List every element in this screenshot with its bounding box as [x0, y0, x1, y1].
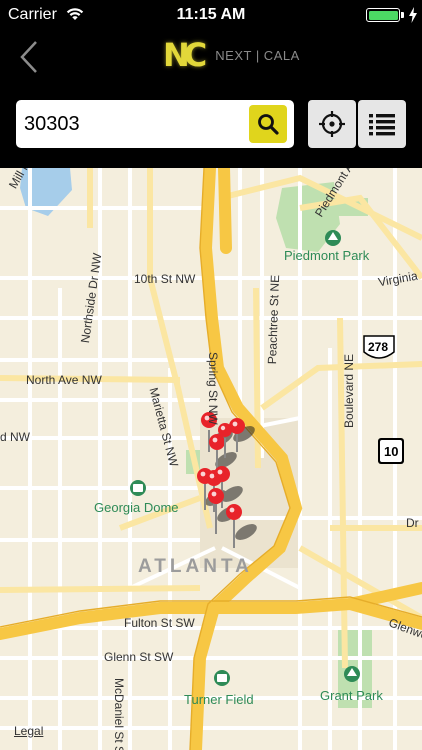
street-label: Dr: [406, 516, 419, 530]
street-label: Boulevard NE: [342, 353, 356, 428]
crosshair-icon: [319, 111, 345, 137]
map-pin[interactable]: [229, 418, 245, 452]
search-icon: [258, 114, 279, 135]
app-logo: NC NEXT | CALA: [163, 36, 300, 74]
highway-shield-label: 10: [384, 444, 399, 459]
map-pin[interactable]: [208, 488, 224, 534]
street-label: 10th St NW: [134, 272, 196, 286]
locate-me-button[interactable]: [308, 100, 356, 148]
battery-tip: [401, 12, 404, 18]
city-label: ATLANTA: [138, 556, 253, 577]
poi-label: Turner Field: [184, 692, 254, 707]
nav-bar: NC NEXT | CALA: [0, 30, 422, 82]
map-view[interactable]: Mill Rd NW 10th St NW Northside Dr NW Sp…: [0, 168, 422, 750]
search-row: [0, 82, 422, 168]
charging-bolt-icon: [409, 7, 417, 23]
list-view-button[interactable]: [358, 100, 406, 148]
street-label: McDaniel St SW: [112, 678, 126, 750]
battery-icon: [366, 8, 400, 22]
logo-mark: NC: [163, 36, 207, 74]
highway-shield-label: 278: [368, 340, 389, 354]
poi-label: Piedmont Park: [284, 248, 370, 263]
status-bar: Carrier 11:15 AM: [0, 0, 422, 30]
map-pin[interactable]: [226, 504, 242, 548]
street-label: North Ave NW: [26, 373, 102, 387]
poi-label: Grant Park: [320, 688, 383, 703]
street-label: Spring St NW: [206, 352, 220, 425]
list-icon: [369, 114, 395, 136]
status-time: 11:15 AM: [176, 6, 246, 23]
street-label: Fulton St SW: [124, 616, 195, 630]
street-label: d NW: [0, 430, 30, 444]
back-chevron-icon[interactable]: [18, 40, 40, 74]
street-label: Glenn St SW: [104, 650, 174, 664]
legal-link[interactable]: Legal: [14, 724, 43, 738]
poi-label: Georgia Dome: [94, 500, 179, 515]
search-button[interactable]: [249, 105, 287, 143]
search-input[interactable]: [24, 100, 250, 148]
search-box: [16, 100, 294, 148]
logo-text: NEXT | CALA: [215, 47, 300, 63]
